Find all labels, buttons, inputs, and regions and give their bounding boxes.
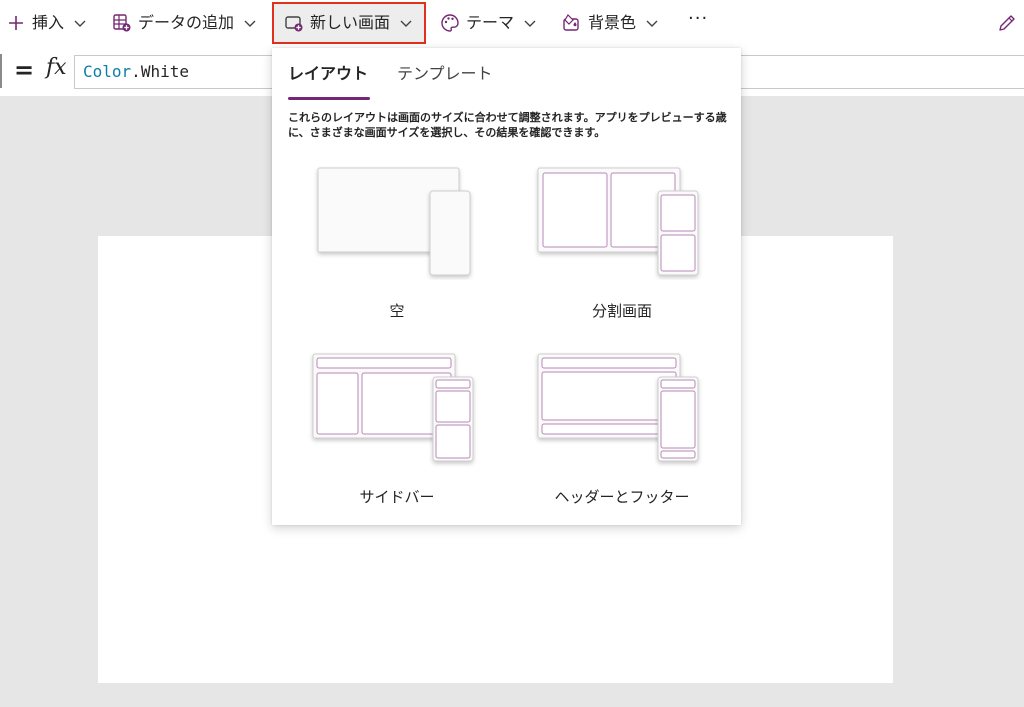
- add-data-button[interactable]: データの追加: [112, 0, 258, 46]
- chevron-down-icon: [242, 15, 258, 31]
- layout-split-screen[interactable]: 分割画面: [517, 160, 727, 330]
- layout-tabs: レイアウト テンプレート: [288, 64, 728, 100]
- fx-icon[interactable]: fx: [46, 55, 67, 80]
- chevron-down-icon: [72, 15, 88, 31]
- table-add-icon: [112, 13, 132, 33]
- selected-tab-indicator: [288, 97, 370, 100]
- property-dropdown-edge[interactable]: [0, 54, 2, 88]
- layout-blank[interactable]: 空: [292, 160, 502, 330]
- new-screen-label: 新しい画面: [310, 13, 391, 32]
- formula-dot: .: [131, 62, 141, 81]
- insert-label: 挿入: [32, 13, 65, 32]
- blank-layout-thumbnail: [317, 167, 471, 276]
- new-screen-icon: [284, 13, 304, 33]
- background-color-label: 背景色: [588, 13, 637, 32]
- paint-bucket-icon: [562, 13, 582, 33]
- chevron-down-icon: [522, 15, 538, 31]
- layout-header-footer[interactable]: ヘッダーとフッター: [517, 348, 727, 518]
- formula-member: White: [140, 62, 189, 81]
- layout-sidebar-label: サイドバー: [359, 488, 435, 506]
- new-screen-dropdown: レイアウト テンプレート これらのレイアウトは画面のサイズに合わせて調整されます…: [272, 48, 741, 525]
- layout-description: これらのレイアウトは画面のサイズに合わせて調整されます。アプリをプレビューする歳…: [288, 111, 727, 139]
- formula-text: Color.White: [83, 62, 189, 81]
- theme-button[interactable]: テーマ: [440, 0, 538, 46]
- pencil-icon[interactable]: [996, 12, 1018, 34]
- chevron-down-icon: [644, 15, 660, 31]
- equals-sign: =: [14, 56, 35, 84]
- header-footer-layout-thumbnail: [537, 353, 699, 462]
- formula-object: Color: [83, 62, 132, 81]
- layout-split-screen-label: 分割画面: [591, 302, 652, 320]
- tab-template[interactable]: テンプレート: [397, 64, 493, 98]
- command-bar: 挿入 データの追加 新しい画面 テーマ 背景色 ···: [0, 0, 1024, 46]
- tab-layout[interactable]: レイアウト: [288, 64, 368, 98]
- palette-icon: [440, 13, 460, 33]
- plus-icon: [6, 13, 26, 33]
- layout-header-footer-label: ヘッダーとフッター: [554, 488, 690, 506]
- theme-label: テーマ: [466, 13, 515, 32]
- more-options-button[interactable]: ···: [688, 8, 708, 29]
- sidebar-layout-thumbnail: [312, 353, 474, 462]
- layout-sidebar[interactable]: サイドバー: [292, 348, 502, 518]
- background-color-button[interactable]: 背景色: [562, 0, 660, 46]
- layout-blank-label: 空: [389, 302, 405, 320]
- new-screen-button[interactable]: 新しい画面: [272, 2, 427, 44]
- chevron-down-icon: [398, 15, 414, 31]
- add-data-label: データの追加: [138, 13, 235, 32]
- insert-button[interactable]: 挿入: [6, 0, 88, 46]
- split-screen-layout-thumbnail: [537, 167, 699, 276]
